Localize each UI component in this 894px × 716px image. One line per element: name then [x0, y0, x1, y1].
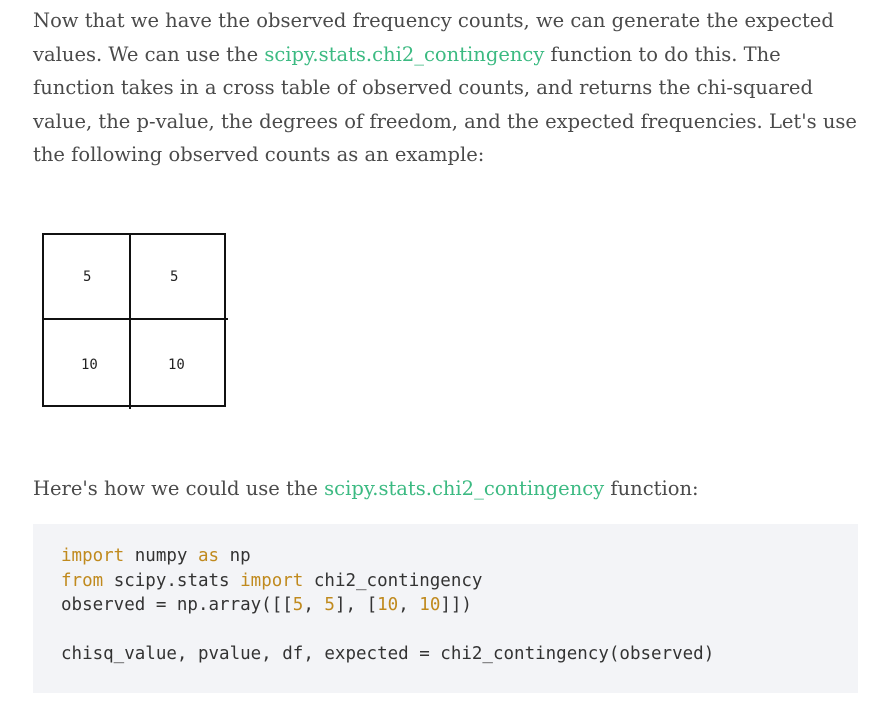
table-cell: 5: [44, 235, 131, 320]
observed-counts-table: 5 5 10 10: [42, 233, 228, 409]
code-line-4: chisq_value, pvalue, df, expected = chi2…: [61, 644, 715, 665]
number-literal: 10: [377, 595, 399, 616]
code-text: np: [219, 546, 251, 566]
code-text: scipy.stats: [103, 570, 241, 591]
code-text: chi2_contingency: [303, 570, 483, 591]
code-text: numpy: [124, 546, 198, 566]
number-literal: 5: [324, 595, 335, 616]
table-cell: 5: [131, 235, 228, 320]
table-cell: 10: [44, 320, 131, 409]
table-cell: 10: [131, 320, 228, 409]
number-literal: 5: [292, 595, 304, 616]
cell-value: 10: [81, 356, 98, 373]
chi2-contingency-link[interactable]: scipy.stats.chi2_contingency: [264, 43, 544, 66]
cell-value: 10: [168, 356, 185, 373]
usage-paragraph: Here's how we could use the scipy.stats.…: [33, 472, 863, 506]
code-block[interactable]: import numpy as np from scipy.stats impor…: [33, 524, 858, 693]
code-text: ], [: [334, 595, 378, 616]
keyword: import: [61, 546, 125, 566]
usage-text-a: Here's how we could use the: [33, 477, 325, 500]
cell-value: 5: [170, 268, 179, 285]
code-text: ]]): [440, 595, 472, 616]
keyword: as: [197, 546, 220, 566]
code-text: ,: [303, 595, 325, 616]
chi2-contingency-link-2[interactable]: scipy.stats.chi2_contingency: [324, 477, 604, 500]
keyword: import: [240, 570, 304, 591]
keyword: from: [61, 570, 104, 591]
code-line-1: import numpy as np: [61, 544, 858, 569]
usage-text-b: function:: [604, 477, 699, 500]
number-literal: 10: [419, 595, 441, 616]
code-text: ,: [398, 595, 420, 616]
code-text: observed = np.array([[: [61, 595, 293, 616]
intro-paragraph: Now that we have the observed frequency …: [33, 4, 863, 172]
cell-value: 5: [83, 268, 92, 285]
code-line-3: observed = np.array([[5, 5], [10, 10]]): [61, 593, 858, 618]
code-line-2: from scipy.stats import chi2_contingency: [61, 569, 858, 594]
